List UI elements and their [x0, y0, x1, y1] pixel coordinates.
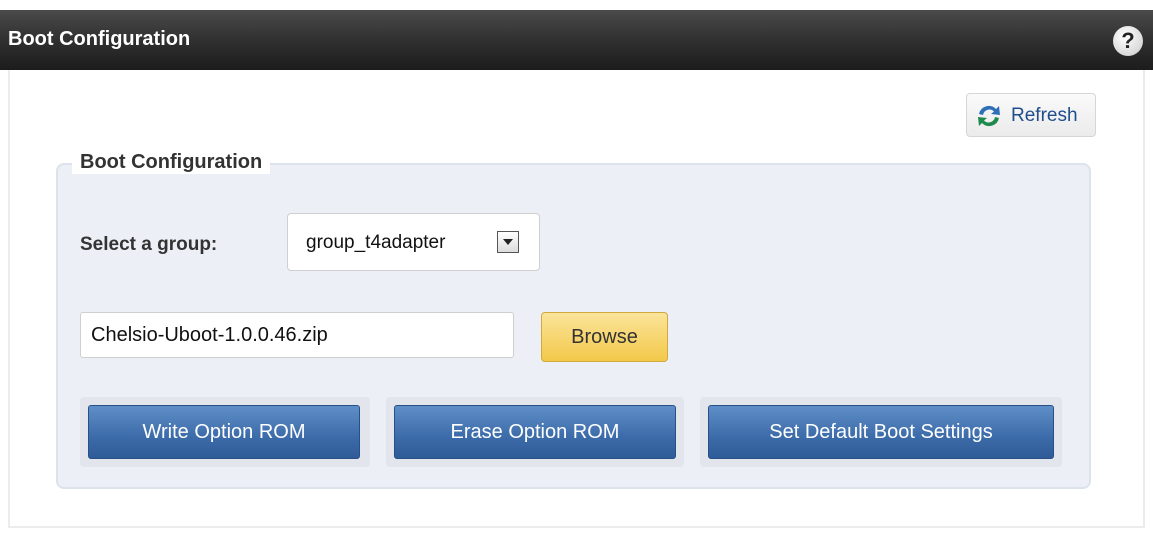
group-select-value: group_t4adapter [306, 232, 446, 253]
group-select[interactable]: group_t4adapter [287, 213, 540, 271]
window-titlebar: Boot Configuration ? [0, 10, 1153, 70]
chevron-down-icon[interactable] [497, 231, 519, 253]
browse-button[interactable]: Browse [541, 312, 668, 362]
write-option-rom-button[interactable]: Write Option ROM [88, 405, 360, 459]
erase-option-rom-button[interactable]: Erase Option ROM [394, 405, 676, 459]
help-icon[interactable]: ? [1113, 26, 1143, 56]
refresh-icon [978, 105, 1000, 127]
refresh-label: Refresh [1011, 105, 1078, 126]
set-default-boot-settings-button[interactable]: Set Default Boot Settings [708, 405, 1054, 459]
group-select-label: Select a group: [80, 234, 218, 255]
fieldset-legend: Boot Configuration [72, 151, 271, 174]
page-title: Boot Configuration [8, 28, 191, 50]
file-path-input[interactable] [80, 312, 514, 358]
refresh-button[interactable]: Refresh [966, 93, 1096, 137]
